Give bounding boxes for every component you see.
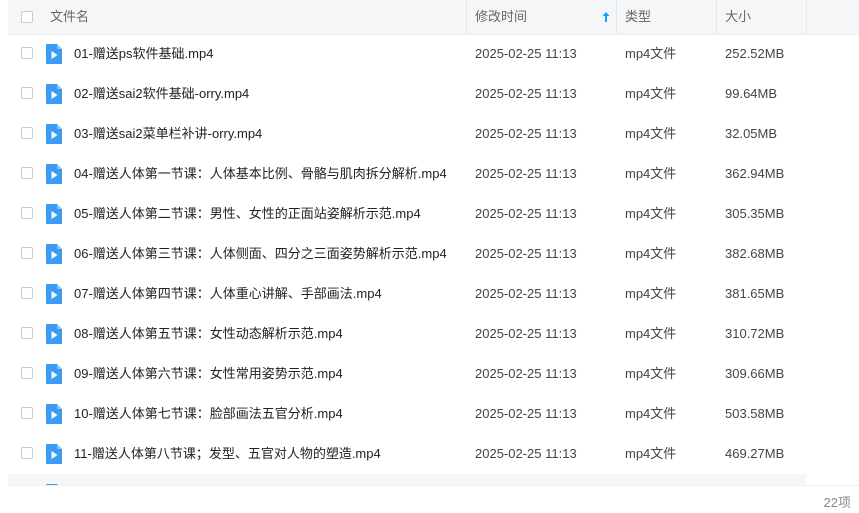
column-divider[interactable] xyxy=(466,0,467,34)
column-header-size[interactable]: 大小 xyxy=(725,0,751,34)
row-checkbox[interactable] xyxy=(21,327,33,339)
row-checkbox[interactable] xyxy=(21,367,33,379)
file-rows: 01-赠送ps软件基础.mp4 2025-02-25 11:13 mp4文件 252.… xyxy=(8,34,859,485)
modified-time: 2025-02-25 11:13 xyxy=(475,126,577,141)
file-list-table: 文件名 修改时间 类型 大小 01-赠送ps软件基础.mp4 2025-02-25… xyxy=(8,0,859,485)
row-checkbox[interactable] xyxy=(21,47,33,59)
row-checkbox[interactable] xyxy=(21,207,33,219)
list-footer: 22项 xyxy=(8,485,859,513)
file-type: mp4文件 xyxy=(625,246,677,261)
column-header-modified-time[interactable]: 修改时间 xyxy=(475,0,527,34)
row-checkbox[interactable] xyxy=(21,167,33,179)
file-type: mp4文件 xyxy=(625,406,677,421)
video-file-icon xyxy=(46,284,62,304)
modified-time: 2025-02-25 11:13 xyxy=(475,286,577,301)
file-name[interactable]: 10-赠送人体第七节课：脸部画法五官分析.mp4 xyxy=(74,394,343,434)
modified-time: 2025-02-25 11:13 xyxy=(475,166,577,181)
file-size: 252.52MB xyxy=(725,46,785,61)
video-file-icon xyxy=(46,404,62,424)
column-divider[interactable] xyxy=(716,0,717,34)
table-header: 文件名 修改时间 类型 大小 xyxy=(8,0,859,35)
column-divider[interactable] xyxy=(806,0,807,34)
video-file-icon xyxy=(46,244,62,264)
file-type: mp4文件 xyxy=(625,86,677,101)
file-name[interactable]: 03-赠送sai2菜单栏补讲-orry.mp4 xyxy=(74,114,262,154)
file-size: 310.72MB xyxy=(725,326,785,341)
file-row[interactable]: 01-赠送ps软件基础.mp4 2025-02-25 11:13 mp4文件 252.… xyxy=(8,34,859,74)
file-size: 381.65MB xyxy=(725,286,785,301)
file-size: 32.05MB xyxy=(725,126,778,141)
file-type: mp4文件 xyxy=(625,126,677,141)
file-size: 469.27MB xyxy=(725,446,785,461)
video-file-icon xyxy=(46,324,62,344)
modified-time: 2025-02-25 11:13 xyxy=(475,406,577,421)
modified-time: 2025-02-25 11:13 xyxy=(475,366,577,381)
modified-time: 2025-02-25 11:13 xyxy=(475,206,577,221)
row-checkbox[interactable] xyxy=(21,287,33,299)
file-row[interactable]: 03-赠送sai2菜单栏补讲-orry.mp4 2025-02-25 11:13 m… xyxy=(8,114,859,154)
file-name[interactable]: 07-赠送人体第四节课：人体重心讲解、手部画法.mp4 xyxy=(74,274,382,314)
file-name[interactable]: 04-赠送人体第一节课：人体基本比例、骨骼与肌肉拆分解析.mp4 xyxy=(74,154,447,194)
file-name[interactable]: 06-赠送人体第三节课：人体侧面、四分之三面姿势解析示范.mp4 xyxy=(74,234,447,274)
file-row[interactable]: 05-赠送人体第二节课：男性、女性的正面站姿解析示范.mp4 2025-02-25… xyxy=(8,194,859,234)
file-type: mp4文件 xyxy=(625,206,677,221)
file-row[interactable]: 11-赠送人体第八节课；发型、五官对人物的塑造.mp4 2025-02-25 11… xyxy=(8,434,859,474)
item-count: 22项 xyxy=(823,495,851,510)
modified-time: 2025-02-25 11:13 xyxy=(475,326,577,341)
file-row[interactable]: 02-赠送sai2软件基础-orry.mp4 2025-02-25 11:13 mp… xyxy=(8,74,859,114)
file-name[interactable]: 02-赠送sai2软件基础-orry.mp4 xyxy=(74,74,249,114)
file-row[interactable]: 10-赠送人体第七节课：脸部画法五官分析.mp4 2025-02-25 11:13… xyxy=(8,394,859,434)
column-header-type[interactable]: 类型 xyxy=(625,0,651,34)
video-file-icon xyxy=(46,164,62,184)
file-type: mp4文件 xyxy=(625,366,677,381)
column-divider[interactable] xyxy=(616,0,617,34)
file-size: 503.58MB xyxy=(725,406,785,421)
file-row[interactable]: 04-赠送人体第一节课：人体基本比例、骨骼与肌肉拆分解析.mp4 2025-02-… xyxy=(8,154,859,194)
file-name[interactable]: 11-赠送人体第八节课；发型、五官对人物的塑造.mp4 xyxy=(74,434,381,474)
file-size: 382.68MB xyxy=(725,246,785,261)
file-size: 309.66MB xyxy=(725,366,785,381)
file-row[interactable]: 09-赠送人体第六节课：女性常用姿势示范.mp4 2025-02-25 11:13… xyxy=(8,354,859,394)
file-row[interactable]: 06-赠送人体第三节课：人体侧面、四分之三面姿势解析示范.mp4 2025-02-… xyxy=(8,234,859,274)
column-header-name[interactable]: 文件名 xyxy=(50,0,89,34)
modified-time: 2025-02-25 11:13 xyxy=(475,46,577,61)
video-file-icon xyxy=(46,444,62,464)
row-checkbox[interactable] xyxy=(21,127,33,139)
file-type: mp4文件 xyxy=(625,166,677,181)
video-file-icon xyxy=(46,364,62,384)
file-type: mp4文件 xyxy=(625,46,677,61)
file-type: mp4文件 xyxy=(625,286,677,301)
file-type: mp4文件 xyxy=(625,326,677,341)
row-checkbox[interactable] xyxy=(21,447,33,459)
file-size: 305.35MB xyxy=(725,206,785,221)
file-name[interactable]: 05-赠送人体第二节课：男性、女性的正面站姿解析示范.mp4 xyxy=(74,194,421,234)
sort-ascending-icon[interactable] xyxy=(602,11,610,23)
video-file-icon xyxy=(46,204,62,224)
file-name[interactable]: 09-赠送人体第六节课：女性常用姿势示范.mp4 xyxy=(74,354,343,394)
file-row[interactable]: 08-赠送人体第五节课：女性动态解析示范.mp4 2025-02-25 11:13… xyxy=(8,314,859,354)
modified-time: 2025-02-25 11:13 xyxy=(475,86,577,101)
row-checkbox[interactable] xyxy=(21,87,33,99)
video-file-icon xyxy=(46,84,62,104)
file-type: mp4文件 xyxy=(625,446,677,461)
file-size: 99.64MB xyxy=(725,86,778,101)
modified-time: 2025-02-25 11:13 xyxy=(475,246,577,261)
file-row-partial[interactable] xyxy=(8,474,806,485)
modified-time: 2025-02-25 11:13 xyxy=(475,446,577,461)
file-size: 362.94MB xyxy=(725,166,785,181)
file-name[interactable]: 08-赠送人体第五节课：女性动态解析示范.mp4 xyxy=(74,314,343,354)
row-checkbox[interactable] xyxy=(21,247,33,259)
video-file-icon xyxy=(46,44,62,64)
file-row[interactable]: 07-赠送人体第四节课：人体重心讲解、手部画法.mp4 2025-02-25 11… xyxy=(8,274,859,314)
file-name[interactable]: 01-赠送ps软件基础.mp4 xyxy=(74,34,213,74)
video-file-icon xyxy=(46,124,62,144)
row-checkbox[interactable] xyxy=(21,407,33,419)
select-all-checkbox[interactable] xyxy=(21,11,33,23)
